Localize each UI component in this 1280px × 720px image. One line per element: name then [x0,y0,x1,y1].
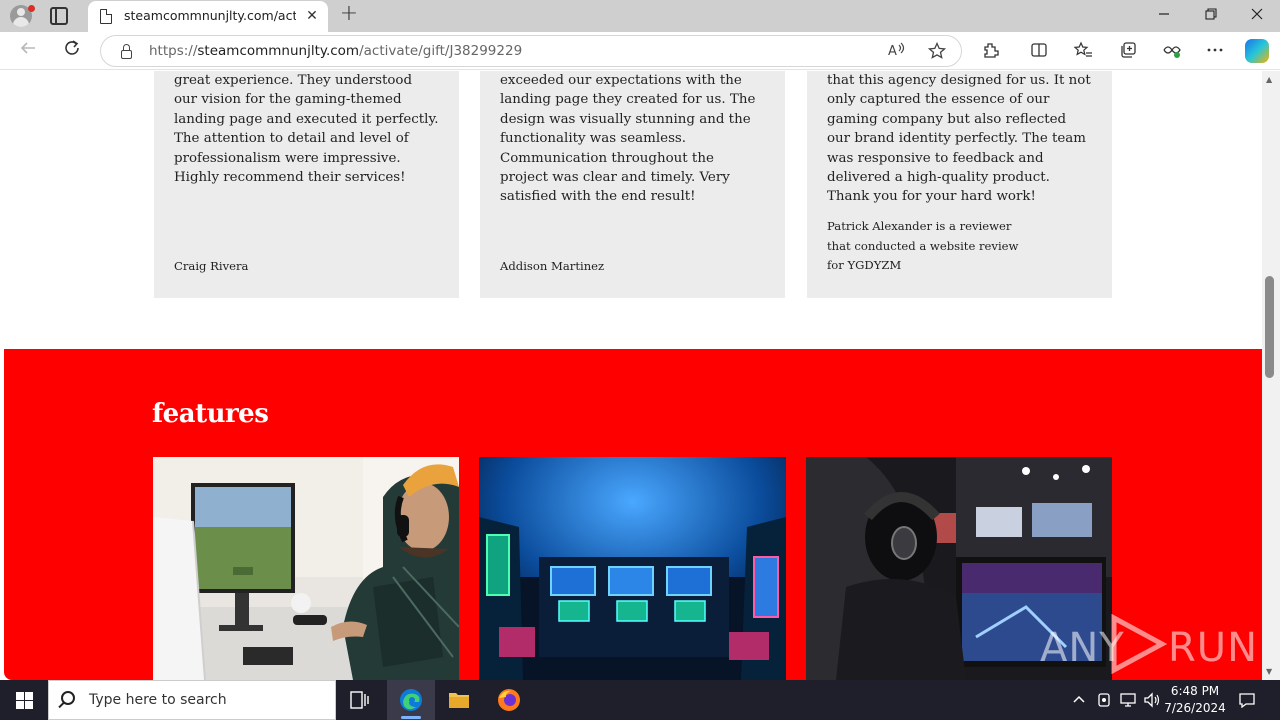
system-clock[interactable]: 6:48 PM 7/26/2024 [1160,683,1230,717]
review-card: exceeded our expectations with the landi… [480,71,785,298]
taskbar: Type here to search 6:48 PM 7/26/2024 [0,680,1280,720]
windows-start-icon[interactable] [0,680,48,720]
file-explorer-icon[interactable] [435,680,483,720]
vertical-scrollbar[interactable]: ▲ ▼ [1262,71,1280,680]
copilot-icon[interactable] [1245,39,1269,63]
url-path: /activate/gift/J38299229 [359,43,523,59]
feature-image-gamer-desk [153,457,459,680]
split-screen-icon[interactable] [1028,41,1050,63]
scroll-down-arrow-icon[interactable]: ▼ [1266,667,1272,676]
page-icon [100,9,112,24]
anyrun-watermark: ANY RUN [1040,610,1257,674]
profile-notification-dot [28,5,35,12]
scroll-up-arrow-icon[interactable]: ▲ [1266,75,1272,84]
feature-image-arcade-room [479,457,786,680]
page-viewport: great experience. They understood our vi… [0,71,1262,680]
taskbar-search-input[interactable]: Type here to search [48,680,336,720]
read-aloud-icon[interactable]: A [887,42,907,62]
back-arrow-icon[interactable] [16,39,40,63]
url-scheme: https:// [149,43,198,59]
review-card: that this agency designed for us. It not… [807,71,1112,298]
task-view-icon[interactable] [336,680,384,720]
minimize-button[interactable] [1141,0,1187,32]
address-bar[interactable]: https://steamcommnunjlty.com/activate/gi… [100,35,962,67]
refresh-icon[interactable] [60,39,84,63]
clock-date: 7/26/2024 [1164,701,1226,715]
browser-essentials-icon[interactable] [1161,41,1183,63]
review-author: Addison Martinez [500,259,605,273]
favorite-star-icon[interactable] [927,41,947,62]
review-text: exceeded our expectations with the landi… [500,73,756,205]
features-heading: features [152,399,269,429]
tab-strip: steamcommnunjlty.com/activate/ ✕ + [0,0,1280,32]
watermark-right-text: RUN [1168,625,1258,671]
extensions-icon[interactable] [980,41,1002,63]
browser-toolbar: https://steamcommnunjlty.com/activate/gi… [0,32,1280,70]
clock-time: 6:48 PM [1170,684,1220,698]
review-text: great experience. They understood our vi… [174,73,439,186]
browser-tab-active[interactable]: steamcommnunjlty.com/activate/ ✕ [88,1,328,32]
url-text[interactable]: https://steamcommnunjlty.com/activate/gi… [149,43,522,59]
search-icon [61,691,75,705]
scroll-thumb[interactable] [1265,276,1274,378]
more-options-icon[interactable] [1204,41,1226,63]
edge-browser-icon[interactable] [387,680,435,720]
tab-close-icon[interactable]: ✕ [303,7,321,25]
play-triangle-icon [1111,614,1168,674]
favorites-icon[interactable] [1072,41,1094,63]
firefox-icon[interactable] [485,680,533,720]
url-host: steamcommnunjlty.com [197,43,360,59]
new-tab-button[interactable]: + [338,3,360,26]
tab-title: steamcommnunjlty.com/activate/ [124,8,296,23]
svg-text:A: A [888,44,897,58]
collections-icon[interactable] [1117,41,1139,63]
restore-button[interactable] [1188,0,1234,32]
review-author: Patrick Alexander is a reviewer that con… [827,219,1019,273]
review-card: great experience. They understood our vi… [154,71,459,298]
lock-icon[interactable] [121,44,132,59]
close-window-button[interactable] [1234,0,1280,32]
review-text: that this agency designed for us. It not… [827,73,1091,205]
tab-actions-icon[interactable] [50,7,68,25]
search-placeholder: Type here to search [89,692,227,708]
review-author: Craig Rivera [174,259,249,273]
